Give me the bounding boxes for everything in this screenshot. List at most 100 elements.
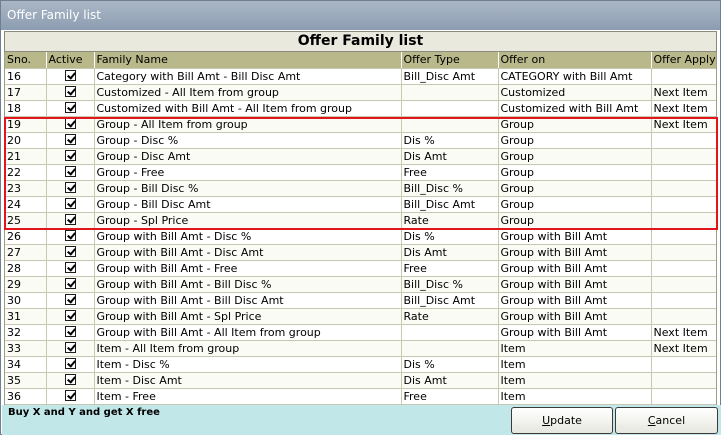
table-row[interactable]: 28 Group with Bill Amt - Free Free Group wi…: [5, 260, 716, 277]
cell-active[interactable]: [46, 212, 95, 229]
cell-active[interactable]: [46, 324, 95, 341]
checkbox-checked-icon[interactable]: [64, 358, 76, 369]
checkbox-checked-icon[interactable]: [64, 278, 76, 289]
cell-family-name: Customized with Bill Amt - All Item from…: [94, 100, 402, 117]
cell-active[interactable]: [46, 340, 95, 357]
offer-family-table: Sno. Active Family Name Offer Type Offer…: [5, 52, 716, 405]
table-row[interactable]: 29 Group with Bill Amt - Bill Disc % Bill_…: [5, 276, 716, 293]
cell-active[interactable]: [46, 388, 95, 405]
cell-active[interactable]: [46, 68, 95, 85]
checkbox-checked-icon[interactable]: [64, 102, 76, 113]
cell-active[interactable]: [46, 84, 95, 101]
table-row[interactable]: 32 Group with Bill Amt - All Item from gr…: [5, 324, 716, 341]
cell-family-name: Group - Spl Price: [94, 212, 402, 229]
cell-offer-apply: [651, 276, 716, 293]
cell-sno: 29: [5, 276, 47, 293]
column-header-offer-on[interactable]: Offer on: [498, 52, 652, 69]
checkbox-checked-icon[interactable]: [64, 150, 76, 161]
cell-active[interactable]: [46, 308, 95, 325]
update-button[interactable]: Update: [511, 407, 613, 434]
table-row[interactable]: 16 Category with Bill Amt - Bill Disc Amt…: [5, 68, 716, 85]
cell-sno: 36: [5, 388, 47, 405]
checkbox-checked-icon[interactable]: [64, 134, 76, 145]
checkbox-checked-icon[interactable]: [64, 310, 76, 321]
table-row[interactable]: 25 Group - Spl Price Rate Group: [5, 212, 716, 229]
cell-offer-type: Rate: [401, 212, 499, 229]
table-row[interactable]: 33 Item - All Item from group Item Next Ite…: [5, 340, 716, 357]
cell-family-name: Group - All Item from group: [94, 116, 402, 133]
table-row[interactable]: 20 Group - Disc % Dis % Group: [5, 132, 716, 149]
cell-offer-on: Customized: [498, 84, 652, 101]
cell-sno: 32: [5, 324, 47, 341]
cell-family-name: Group with Bill Amt - Disc %: [94, 228, 402, 245]
checkbox-checked-icon[interactable]: [64, 198, 76, 209]
table-row[interactable]: 26 Group with Bill Amt - Disc % Dis % Group…: [5, 228, 716, 245]
cell-sno: 28: [5, 260, 47, 277]
table-row[interactable]: 30 Group with Bill Amt - Bill Disc Amt Bil…: [5, 292, 716, 309]
table-row[interactable]: 18 Customized with Bill Amt - All Item fr…: [5, 100, 716, 117]
column-header-family-name[interactable]: Family Name: [94, 52, 402, 69]
window-titlebar[interactable]: Offer Family list: [1, 1, 720, 30]
cell-sno: 16: [5, 68, 47, 85]
cell-active[interactable]: [46, 228, 95, 245]
column-header-offer-type[interactable]: Offer Type: [401, 52, 499, 69]
cell-offer-apply: [651, 68, 716, 85]
checkbox-checked-icon[interactable]: [64, 262, 76, 273]
column-header-offer-apply[interactable]: Offer Apply: [651, 52, 716, 69]
cell-active[interactable]: [46, 180, 95, 197]
cell-active[interactable]: [46, 260, 95, 277]
cell-offer-apply: Next Item: [651, 340, 716, 357]
checkbox-checked-icon[interactable]: [64, 166, 76, 177]
cell-active[interactable]: [46, 292, 95, 309]
checkbox-checked-icon[interactable]: [64, 118, 76, 129]
column-header-active[interactable]: Active: [46, 52, 95, 69]
cell-active[interactable]: [46, 116, 95, 133]
checkbox-checked-icon[interactable]: [64, 390, 76, 401]
cell-offer-on: Group: [498, 164, 652, 181]
table-row[interactable]: 23 Group - Bill Disc % Bill_Disc % Group: [5, 180, 716, 197]
cell-active[interactable]: [46, 244, 95, 261]
checkbox-checked-icon[interactable]: [64, 182, 76, 193]
checkbox-checked-icon[interactable]: [64, 294, 76, 305]
table-row[interactable]: 31 Group with Bill Amt - Spl Price Rate Gro…: [5, 308, 716, 325]
table-row[interactable]: 35 Item - Disc Amt Dis Amt Item: [5, 372, 716, 389]
cell-active[interactable]: [46, 372, 95, 389]
table-row[interactable]: 22 Group - Free Free Group: [5, 164, 716, 181]
checkbox-checked-icon[interactable]: [64, 214, 76, 225]
cell-offer-apply: [651, 148, 716, 165]
checkbox-checked-icon[interactable]: [64, 326, 76, 337]
column-header-sno[interactable]: Sno.: [5, 52, 47, 69]
cell-family-name: Group - Disc Amt: [94, 148, 402, 165]
cell-active[interactable]: [46, 356, 95, 373]
cell-offer-on: Group with Bill Amt: [498, 292, 652, 309]
cancel-button[interactable]: Cancel: [615, 407, 718, 434]
table-row[interactable]: 17 Customized - All Item from group Custom…: [5, 84, 716, 101]
cell-offer-apply: Next Item: [651, 100, 716, 117]
cell-active[interactable]: [46, 132, 95, 149]
table-row[interactable]: 34 Item - Disc % Dis % Item: [5, 356, 716, 373]
cell-offer-on: Group with Bill Amt: [498, 308, 652, 325]
checkbox-checked-icon[interactable]: [64, 86, 76, 97]
cell-family-name: Item - Disc %: [94, 356, 402, 373]
cell-offer-on: Group with Bill Amt: [498, 324, 652, 341]
table-row[interactable]: 21 Group - Disc Amt Dis Amt Group: [5, 148, 716, 165]
checkbox-checked-icon[interactable]: [64, 230, 76, 241]
cell-family-name: Item - Disc Amt: [94, 372, 402, 389]
cell-active[interactable]: [46, 100, 95, 117]
table-row[interactable]: 19 Group - All Item from group Group Next I…: [5, 116, 716, 133]
cell-sno: 34: [5, 356, 47, 373]
checkbox-checked-icon[interactable]: [64, 246, 76, 257]
checkbox-checked-icon[interactable]: [64, 342, 76, 353]
table-row[interactable]: 24 Group - Bill Disc Amt Bill_Disc Amt Grou…: [5, 196, 716, 213]
status-text: Buy X and Y and get X free: [8, 407, 160, 418]
checkbox-checked-icon[interactable]: [64, 70, 76, 81]
table-row[interactable]: 36 Item - Free Free Item: [5, 388, 716, 405]
cell-active[interactable]: [46, 276, 95, 293]
cell-active[interactable]: [46, 196, 95, 213]
cell-offer-type: [401, 116, 499, 133]
cell-active[interactable]: [46, 148, 95, 165]
cell-active[interactable]: [46, 164, 95, 181]
table-row[interactable]: 27 Group with Bill Amt - Disc Amt Dis Amt G…: [5, 244, 716, 261]
cell-offer-apply: [651, 244, 716, 261]
checkbox-checked-icon[interactable]: [64, 374, 76, 385]
